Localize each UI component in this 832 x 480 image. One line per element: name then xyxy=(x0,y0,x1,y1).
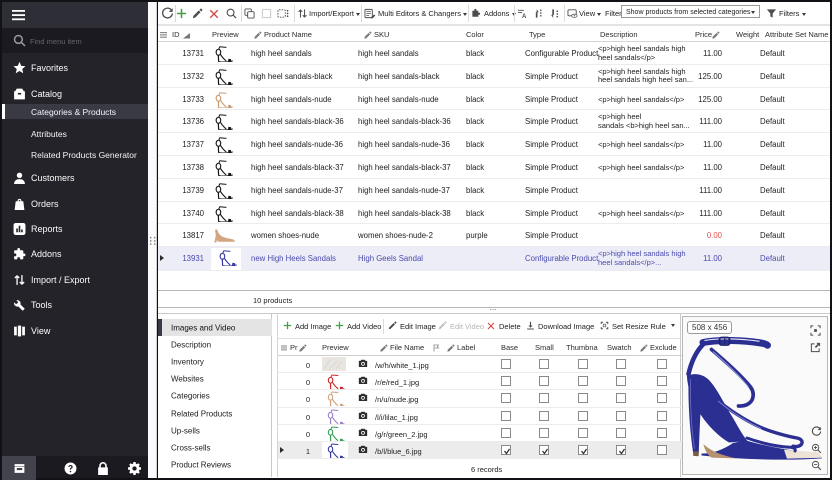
svg-text:A: A xyxy=(522,14,527,19)
